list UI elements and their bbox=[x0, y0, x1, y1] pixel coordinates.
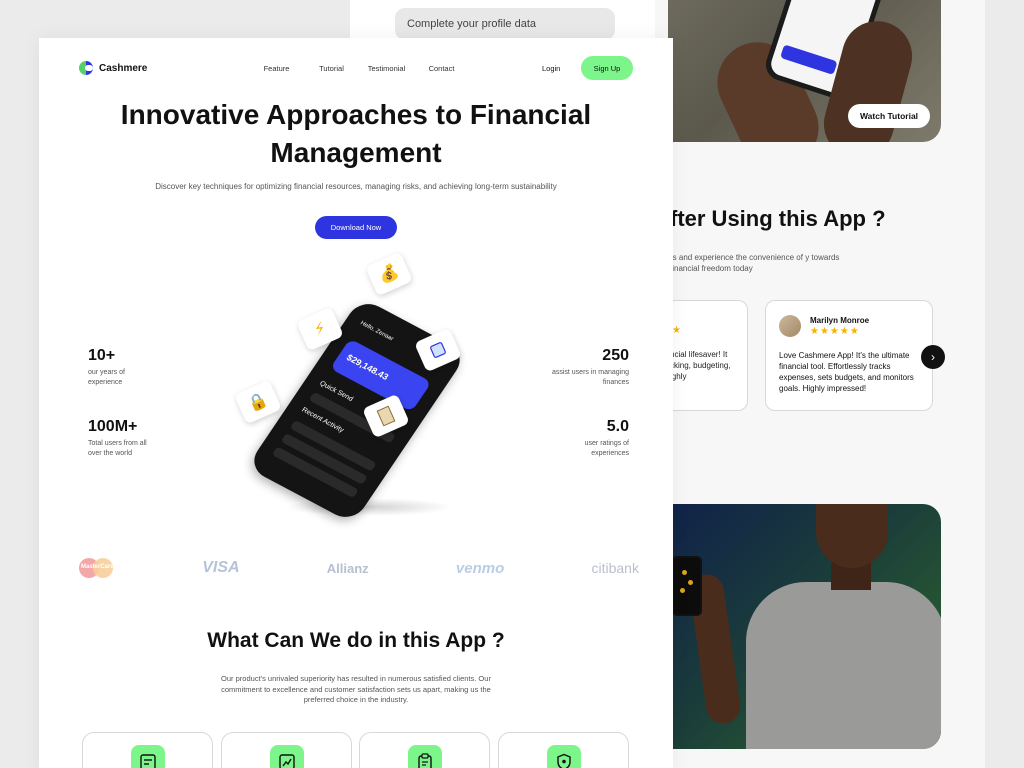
mastercard-logo: MasterCard bbox=[79, 558, 115, 578]
stat-label: assist users in managing finances bbox=[551, 369, 629, 386]
after-using-title: fter Using this App ? bbox=[670, 206, 886, 231]
chevron-right-icon: › bbox=[931, 350, 935, 364]
money-bag-icon: 💰 bbox=[365, 251, 413, 297]
promo-phone bbox=[672, 556, 702, 616]
after-using-subtitle: rs and experience the convenience of y t… bbox=[670, 253, 840, 273]
growth-chart-icon bbox=[270, 745, 304, 768]
stat-value: 5.0 bbox=[606, 418, 629, 435]
brand-name: Cashmere bbox=[99, 62, 148, 74]
phone-mockup: Hello, Zenaar $29,148.43 Quick Send Rece… bbox=[246, 297, 468, 524]
venmo-logo: venmo bbox=[455, 559, 505, 577]
rating-stars: ★ bbox=[672, 325, 681, 336]
citibank-logo: citibank bbox=[591, 560, 639, 576]
stat-label: Total users from all over the world bbox=[88, 440, 147, 457]
phone-greeting: Hello, Zenaar bbox=[358, 320, 395, 343]
stat-years: 10+ our years of experience bbox=[88, 347, 148, 388]
feature-card[interactable] bbox=[82, 732, 213, 768]
stat-label: user ratings of experiences bbox=[584, 440, 629, 457]
cashmere-logo-icon bbox=[79, 61, 93, 75]
stat-ratings: 5.0 user ratings of experiences bbox=[559, 418, 629, 459]
nav-tutorial[interactable]: Tutorial bbox=[304, 64, 359, 73]
stat-value: 100M+ bbox=[88, 418, 138, 435]
nav-feature[interactable]: Feature bbox=[249, 64, 304, 73]
features-title: What Can We do in this App ? bbox=[207, 629, 505, 652]
next-review-button[interactable]: › bbox=[921, 345, 945, 369]
shield-icon bbox=[547, 745, 581, 768]
signup-button[interactable]: Sign Up bbox=[581, 56, 633, 80]
review-text: ncial lifesaver! It cking, budgeting, ig… bbox=[670, 350, 731, 381]
stat-value: 10+ bbox=[88, 347, 116, 364]
nav-testimonial[interactable]: Testimonial bbox=[359, 64, 414, 73]
features-subtitle: Our product's unrivaled superiority has … bbox=[221, 674, 491, 704]
feature-card[interactable] bbox=[221, 732, 352, 768]
stat-label: our years of experience bbox=[88, 369, 125, 386]
report-icon bbox=[131, 745, 165, 768]
review-card: Marilyn Monroe ★★★★★ Love Cashmere App! … bbox=[765, 300, 933, 411]
stat-users: 100M+ Total users from all over the worl… bbox=[88, 418, 158, 459]
nav-contact[interactable]: Contact bbox=[414, 64, 469, 73]
padlock-icon: 🔒 bbox=[234, 379, 282, 425]
main-nav: Feature Tutorial Testimonial Contact bbox=[249, 64, 469, 73]
stat-value: 250 bbox=[602, 347, 629, 364]
watch-tutorial-button[interactable]: Watch Tutorial bbox=[848, 104, 930, 128]
promo-photo bbox=[668, 504, 941, 749]
landing-page: Cashmere Feature Tutorial Testimonial Co… bbox=[39, 38, 673, 768]
hero-phone-illustration: Hello, Zenaar $29,148.43 Quick Send Rece… bbox=[234, 251, 479, 528]
download-now-button[interactable]: Download Now bbox=[315, 216, 397, 239]
review-text: Love Cashmere App! It's the ultimate fin… bbox=[779, 351, 914, 393]
profile-data-field[interactable]: Complete your profile data bbox=[395, 8, 615, 40]
hero-subtitle: Discover key techniques for optimizing f… bbox=[155, 182, 557, 191]
rating-stars: ★★★★★ bbox=[810, 326, 860, 337]
feature-card[interactable] bbox=[359, 732, 490, 768]
brand-logo[interactable]: Cashmere bbox=[79, 61, 147, 75]
clipboard-icon bbox=[408, 745, 442, 768]
partner-logos: MasterCard VISA Allianz venmo citibank bbox=[79, 558, 639, 578]
avatar bbox=[779, 315, 801, 337]
review-card-partial: ★ ncial lifesaver! It cking, budgeting, … bbox=[665, 300, 748, 411]
hero-title: Innovative Approaches to Financial Manag… bbox=[120, 99, 592, 168]
reviewer-name: Marilyn Monroe bbox=[810, 316, 870, 325]
stat-assist: 250 assist users in managing finances bbox=[549, 347, 629, 388]
feature-card[interactable] bbox=[498, 732, 629, 768]
visa-logo: VISA bbox=[202, 559, 240, 576]
allianz-logo: Allianz bbox=[326, 560, 369, 576]
login-link[interactable]: Login bbox=[542, 64, 560, 73]
